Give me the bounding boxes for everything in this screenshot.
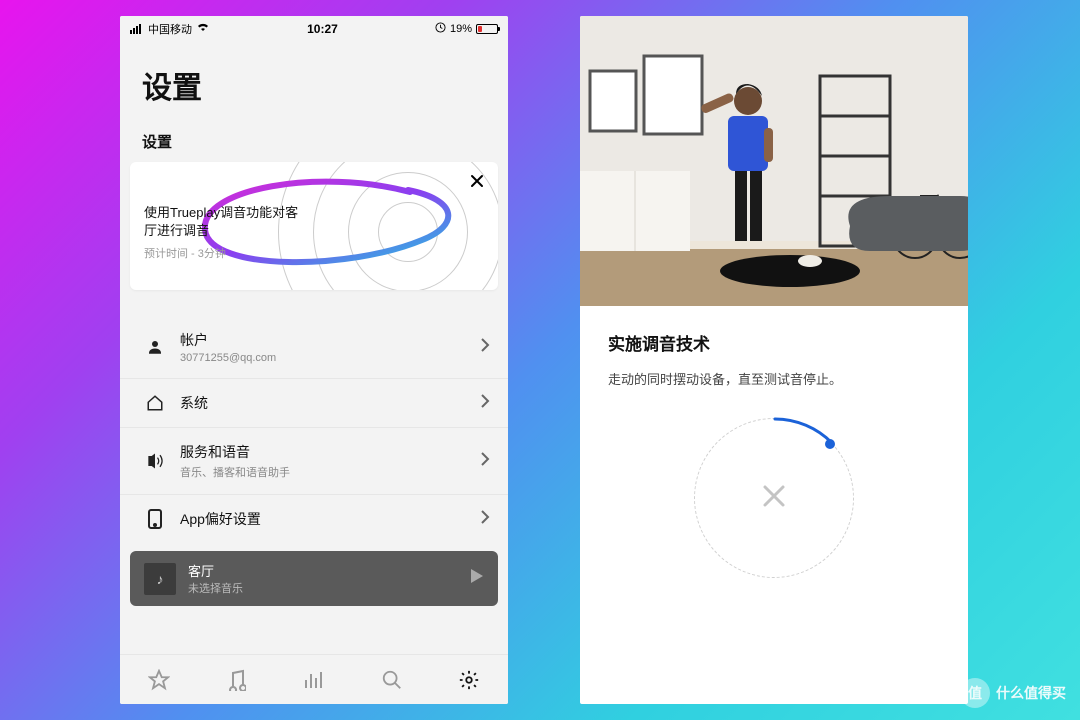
watermark: 值 什么值得买 (960, 678, 1066, 708)
signal-icon (130, 24, 144, 34)
chevron-right-icon (480, 452, 490, 471)
tab-search[interactable] (372, 669, 412, 691)
settings-list: 帐户 30771255@qq.com 系统 服务和语音 (120, 316, 508, 543)
now-playing-status: 未选择音乐 (188, 580, 470, 596)
row-services[interactable]: 服务和语音 音乐、播客和语音助手 (120, 427, 508, 494)
chevron-right-icon (480, 394, 490, 413)
person-icon (140, 338, 170, 356)
now-playing-bar[interactable]: ♪ 客厅 未选择音乐 (130, 551, 498, 606)
rotation-lock-icon (435, 22, 446, 36)
wifi-icon (196, 22, 210, 35)
card-close-button[interactable] (466, 170, 488, 192)
tab-favorites[interactable] (139, 669, 179, 691)
row-system[interactable]: 系统 (120, 378, 508, 427)
hero-illustration (580, 16, 968, 306)
row-account[interactable]: 帐户 30771255@qq.com (120, 316, 508, 378)
row-title: 帐户 (180, 330, 480, 350)
home-icon (140, 394, 170, 412)
tuning-desc: 走动的同时摆动设备，直至测试音停止。 (608, 369, 940, 388)
card-title: 使用Trueplay调音功能对客厅进行调音 (144, 204, 304, 239)
cancel-dial[interactable] (694, 418, 854, 578)
play-icon[interactable] (470, 568, 484, 589)
clock-label: 10:27 (307, 22, 338, 36)
watermark-text: 什么值得买 (996, 683, 1066, 703)
trueplay-card[interactable]: 使用Trueplay调音功能对客厅进行调音 预计时间 - 3分钟 (130, 162, 498, 290)
chevron-right-icon (480, 338, 490, 357)
page-title: 设置 (120, 41, 508, 117)
carrier-label: 中国移动 (148, 21, 192, 37)
tab-rooms[interactable] (294, 670, 334, 690)
status-bar: 中国移动 10:27 19% (120, 16, 508, 41)
battery-icon (476, 24, 498, 34)
row-title: 服务和语音 (180, 442, 480, 462)
settings-screen: 中国移动 10:27 19% 设置 设置 (120, 16, 508, 704)
watermark-badge-icon: 值 (960, 678, 990, 708)
music-note-icon: ♪ (144, 563, 176, 595)
row-title: 系统 (180, 393, 480, 413)
row-subtitle: 30771255@qq.com (180, 352, 480, 364)
chevron-right-icon (480, 510, 490, 529)
row-title: App偏好设置 (180, 509, 480, 529)
now-playing-room: 客厅 (188, 561, 470, 580)
battery-pct-label: 19% (450, 23, 472, 35)
trueplay-screen: 实施调音技术 走动的同时摆动设备，直至测试音停止。 (580, 16, 968, 704)
tab-settings[interactable] (449, 669, 489, 691)
tuning-title: 实施调音技术 (608, 330, 940, 355)
tab-bar (120, 654, 508, 704)
device-icon (140, 509, 170, 529)
section-title: 设置 (120, 117, 508, 162)
progress-dot (825, 439, 835, 449)
voice-icon (140, 452, 170, 470)
row-app-prefs[interactable]: App偏好设置 (120, 494, 508, 543)
tab-music[interactable] (216, 669, 256, 691)
card-subtitle: 预计时间 - 3分钟 (144, 245, 304, 261)
row-subtitle: 音乐、播客和语音助手 (180, 464, 480, 480)
